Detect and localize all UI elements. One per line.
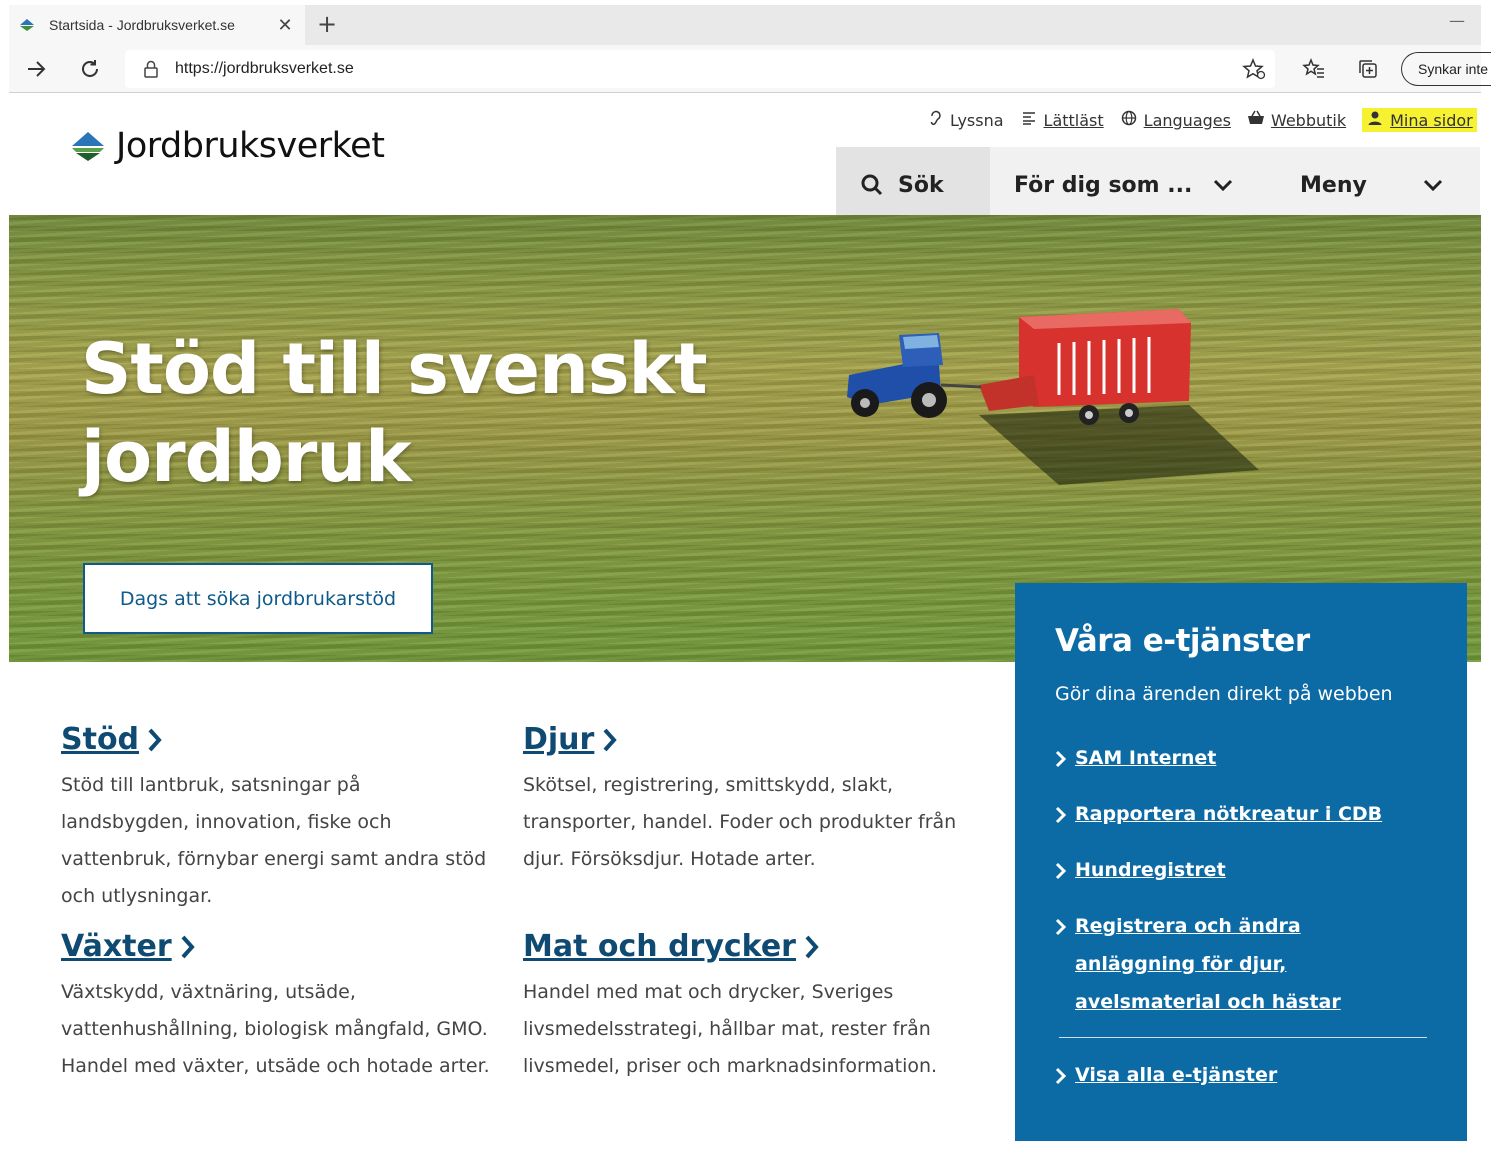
tab-strip: Startsida - Jordbruksverket.se ✕ + — bbox=[9, 5, 1481, 45]
eservice-link-hundregistret[interactable]: Hundregistret bbox=[1055, 851, 1427, 893]
category-description: Skötsel, registrering, smittskydd, slakt… bbox=[523, 774, 957, 870]
lock-icon bbox=[144, 60, 158, 78]
chevron-right-icon bbox=[181, 935, 195, 958]
basket-icon bbox=[1247, 110, 1265, 130]
eservice-label: Rapportera nötkreatur i CDB bbox=[1075, 803, 1383, 825]
new-tab-button[interactable]: + bbox=[313, 11, 341, 39]
add-favorite-icon[interactable] bbox=[1239, 55, 1269, 83]
category-title: Växter bbox=[61, 929, 172, 964]
chevron-right-icon bbox=[1055, 1056, 1075, 1098]
chevron-right-icon bbox=[1055, 795, 1075, 837]
eservice-label: Hundregistret bbox=[1075, 859, 1226, 881]
browser-toolbar: https://jordbruksverket.se Synkar inte bbox=[9, 45, 1491, 93]
chevron-down-icon bbox=[1213, 179, 1233, 192]
category-mat: Mat och drycker Handel med mat och dryck… bbox=[523, 929, 963, 1085]
site-favicon-icon bbox=[20, 19, 34, 31]
search-icon bbox=[861, 174, 883, 196]
chevron-right-icon bbox=[148, 728, 162, 751]
listen-link[interactable]: Lyssna bbox=[926, 110, 1004, 130]
eservices-title: Våra e-tjänster bbox=[1055, 623, 1310, 659]
divider bbox=[1059, 1037, 1427, 1038]
category-title: Stöd bbox=[61, 722, 140, 757]
category-vaxter: Växter Växtskydd, växtnäring, utsäde, va… bbox=[61, 929, 491, 1085]
listen-label: Lyssna bbox=[950, 110, 1004, 130]
category-description: Handel med mat och drycker, Sveriges liv… bbox=[523, 981, 938, 1077]
text-lines-icon bbox=[1020, 110, 1038, 130]
eservices-list: SAM Internet Rapportera nötkreatur i CDB… bbox=[1055, 739, 1427, 1021]
all-eservices-label: Visa alla e-tjänster bbox=[1075, 1064, 1278, 1086]
globe-icon bbox=[1120, 110, 1138, 130]
my-pages-link[interactable]: Mina sidor bbox=[1362, 108, 1477, 132]
category-description: Växtskydd, växtnäring, utsäde, vattenhus… bbox=[61, 981, 490, 1077]
for-you-label: För dig som ... bbox=[1014, 172, 1193, 198]
chevron-right-icon bbox=[1055, 739, 1075, 781]
category-djur-link[interactable]: Djur bbox=[523, 722, 963, 757]
search-button[interactable]: Sök bbox=[836, 147, 990, 223]
logo-text: Jordbruksverket bbox=[116, 126, 385, 166]
hero-title-line2: jordbruk bbox=[81, 416, 412, 498]
ear-icon bbox=[926, 110, 944, 130]
tractor-trailer-image bbox=[847, 309, 1259, 485]
all-eservices-link[interactable]: Visa alla e-tjänster bbox=[1055, 1056, 1427, 1098]
collections-icon[interactable] bbox=[1353, 55, 1383, 83]
eservice-label: Registrera och ändra anläggning för djur… bbox=[1075, 915, 1341, 1013]
chevron-right-icon bbox=[1055, 851, 1075, 893]
chevron-right-icon bbox=[1055, 907, 1075, 949]
minimize-icon[interactable]: — bbox=[1449, 11, 1465, 30]
for-you-menu[interactable]: För dig som ... bbox=[990, 147, 1270, 223]
my-pages-label: Mina sidor bbox=[1390, 110, 1473, 130]
menu-label: Meny bbox=[1300, 172, 1367, 198]
eservices-subtitle: Gör dina ärenden direkt på webben bbox=[1055, 683, 1393, 705]
eservice-link-anlaggning[interactable]: Registrera och ändra anläggning för djur… bbox=[1055, 907, 1427, 1021]
sync-label: Synkar inte bbox=[1418, 61, 1489, 77]
webshop-label: Webbutik bbox=[1270, 110, 1347, 130]
hero-title: Stöd till svenskt jordbruk bbox=[81, 325, 781, 501]
chevron-down-icon bbox=[1423, 179, 1443, 192]
refresh-icon[interactable] bbox=[73, 52, 107, 86]
eservice-label: SAM Internet bbox=[1075, 747, 1217, 769]
site-logo[interactable]: Jordbruksverket bbox=[70, 126, 385, 166]
category-description: Stöd till lantbruk, satsningar på landsb… bbox=[61, 774, 487, 907]
apply-support-button[interactable]: Dags att söka jordbrukarstöd bbox=[83, 563, 433, 634]
eservice-link-cdb[interactable]: Rapportera nötkreatur i CDB bbox=[1055, 795, 1427, 837]
forward-icon[interactable] bbox=[19, 52, 53, 86]
user-icon bbox=[1366, 110, 1384, 130]
browser-window: Startsida - Jordbruksverket.se ✕ + — htt… bbox=[9, 5, 1491, 93]
close-tab-icon[interactable]: ✕ bbox=[273, 15, 297, 36]
languages-label: Languages bbox=[1143, 110, 1231, 130]
tab-title: Startsida - Jordbruksverket.se bbox=[49, 17, 235, 33]
category-stod-link[interactable]: Stöd bbox=[61, 722, 491, 757]
url-text: https://jordbruksverket.se bbox=[175, 60, 354, 77]
eservices-panel: Våra e-tjänster Gör dina ärenden direkt … bbox=[1015, 583, 1467, 1141]
eservice-link-sam[interactable]: SAM Internet bbox=[1055, 739, 1427, 781]
easy-read-link[interactable]: Lättläst bbox=[1020, 110, 1104, 130]
category-mat-link[interactable]: Mat och drycker bbox=[523, 929, 963, 964]
menu-button[interactable]: Meny bbox=[1270, 147, 1480, 223]
chevron-right-icon bbox=[603, 728, 618, 751]
category-vaxter-link[interactable]: Växter bbox=[61, 929, 491, 964]
category-title: Mat och drycker bbox=[523, 929, 796, 964]
address-bar[interactable]: https://jordbruksverket.se bbox=[125, 50, 1275, 88]
chevron-right-icon bbox=[805, 935, 819, 958]
top-links: Lyssna Lättläst Languages Webbutik Mina … bbox=[926, 104, 1477, 136]
category-title: Djur bbox=[523, 722, 595, 757]
search-label: Sök bbox=[898, 172, 944, 198]
category-stod: Stöd Stöd till lantbruk, satsningar på l… bbox=[61, 722, 491, 915]
sync-button[interactable]: Synkar inte bbox=[1401, 52, 1491, 86]
favorites-icon[interactable] bbox=[1299, 55, 1329, 83]
easy-read-label: Lättläst bbox=[1043, 110, 1104, 130]
category-djur: Djur Skötsel, registrering, smittskydd, … bbox=[523, 722, 963, 878]
webshop-link[interactable]: Webbutik bbox=[1247, 110, 1346, 130]
languages-link[interactable]: Languages bbox=[1120, 110, 1231, 130]
browser-tab[interactable]: Startsida - Jordbruksverket.se ✕ bbox=[9, 5, 305, 45]
logo-icon bbox=[72, 132, 104, 161]
hero-title-line1: Stöd till svenskt bbox=[81, 328, 708, 410]
main-navigation: Sök För dig som ... Meny bbox=[836, 147, 1480, 223]
